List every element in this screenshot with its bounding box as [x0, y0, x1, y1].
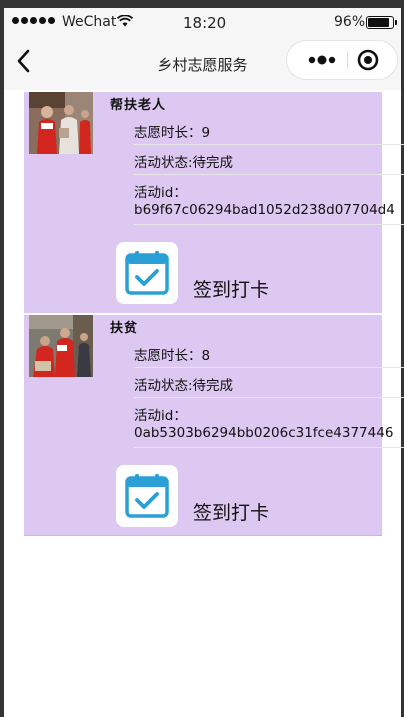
- row-divider: [134, 397, 404, 398]
- checkin-button[interactable]: 签到打卡: [116, 465, 269, 527]
- row-divider: [134, 174, 404, 175]
- row-divider: [134, 367, 404, 368]
- status-bar: WeChat 18:20 96%: [4, 8, 401, 36]
- capsule-divider: [347, 51, 348, 69]
- more-dots-icon[interactable]: [303, 51, 343, 69]
- activity-list: 帮扶老人 志愿时长：9 活动状态:待完成 活动id： b69f67c06294b…: [24, 92, 404, 538]
- target-circle-icon[interactable]: [355, 47, 381, 73]
- activity-id-label: 活动id：: [134, 185, 187, 201]
- device-frame-left: [0, 0, 4, 717]
- clock-time: 18:20: [183, 14, 227, 32]
- activity-card[interactable]: 帮扶老人 志愿时长：9 活动状态:待完成 活动id： b69f67c06294b…: [24, 92, 404, 313]
- activity-card[interactable]: 扶贫 志愿时长：8 活动状态:待完成 活动id： 0ab5303b6294bb0…: [24, 315, 404, 536]
- volunteer-duration: 志愿时长：8: [134, 348, 211, 364]
- carrier-name: WeChat: [62, 14, 117, 30]
- checkin-label[interactable]: 签到打卡: [193, 498, 269, 525]
- calendar-check-icon[interactable]: [116, 242, 178, 304]
- activity-id-value: 0ab5303b6294bb0206c31fce4377446: [134, 425, 394, 441]
- signal-strength-icon: [12, 17, 55, 24]
- battery-percentage: 96%: [334, 14, 366, 30]
- activity-title: 扶贫: [110, 321, 139, 336]
- calendar-check-icon[interactable]: [116, 465, 178, 527]
- mini-program-capsule: [286, 40, 398, 80]
- activity-status: 活动状态:待完成: [134, 378, 234, 394]
- row-divider: [134, 224, 404, 225]
- row-divider: [134, 447, 404, 448]
- activity-id-value: b69f67c06294bad1052d238d07704d4: [134, 202, 395, 218]
- volunteer-duration: 志愿时长：9: [134, 125, 211, 141]
- activity-id-label: 活动id：: [134, 408, 187, 424]
- navigation-bar: 乡村志愿服务: [4, 36, 401, 90]
- device-frame-top: [0, 0, 404, 8]
- checkin-button[interactable]: 签到打卡: [116, 242, 269, 304]
- activity-photo: [29, 92, 93, 154]
- activity-status: 活动状态:待完成: [134, 155, 234, 171]
- activity-photo: [29, 315, 93, 377]
- row-divider: [134, 144, 404, 145]
- checkin-label[interactable]: 签到打卡: [193, 275, 269, 302]
- battery-icon: [366, 16, 397, 29]
- activity-title: 帮扶老人: [110, 98, 167, 113]
- wifi-icon: [116, 14, 134, 31]
